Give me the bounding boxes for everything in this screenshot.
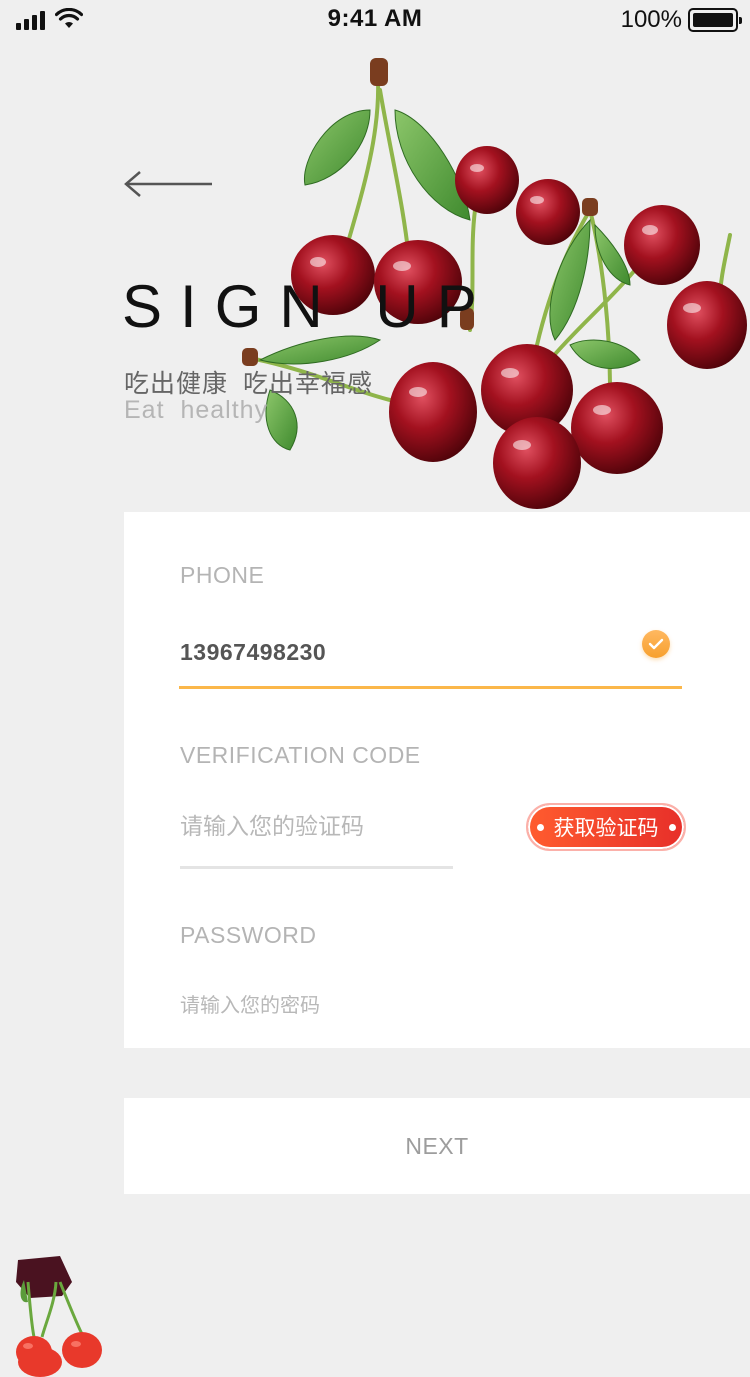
battery-icon [688,8,742,32]
verification-code-input[interactable] [180,812,453,842]
get-code-label: 获取验证码 [553,816,659,840]
small-cherries-image [16,1256,102,1377]
subtitle-english: Eat healthy [124,396,269,424]
phone-label: PHONE [180,562,265,588]
check-icon [642,630,670,658]
status-bar: 9:41 AM 100% [0,0,750,40]
status-right: 100% [620,6,742,34]
page-title: SIGN UP [122,273,495,340]
get-code-button[interactable]: 获取验证码 [526,803,686,851]
battery-percent: 100% [620,6,682,33]
verification-code-label: VERIFICATION CODE [180,742,421,768]
next-button[interactable]: NEXT [124,1098,750,1194]
dot-icon [668,823,676,831]
password-label: PASSWORD [180,922,317,948]
dot-icon [536,823,544,831]
code-underline [180,866,453,869]
phone-field[interactable]: 13967498230 [180,639,326,666]
back-arrow-icon[interactable] [122,168,216,200]
subtitle-chinese: 吃出健康 吃出幸福感 [124,369,373,398]
signup-form: PHONE 13967498230 VERIFICATION CODE 获取验证… [124,512,750,1048]
phone-underline [179,686,682,689]
password-input[interactable] [180,990,680,1020]
